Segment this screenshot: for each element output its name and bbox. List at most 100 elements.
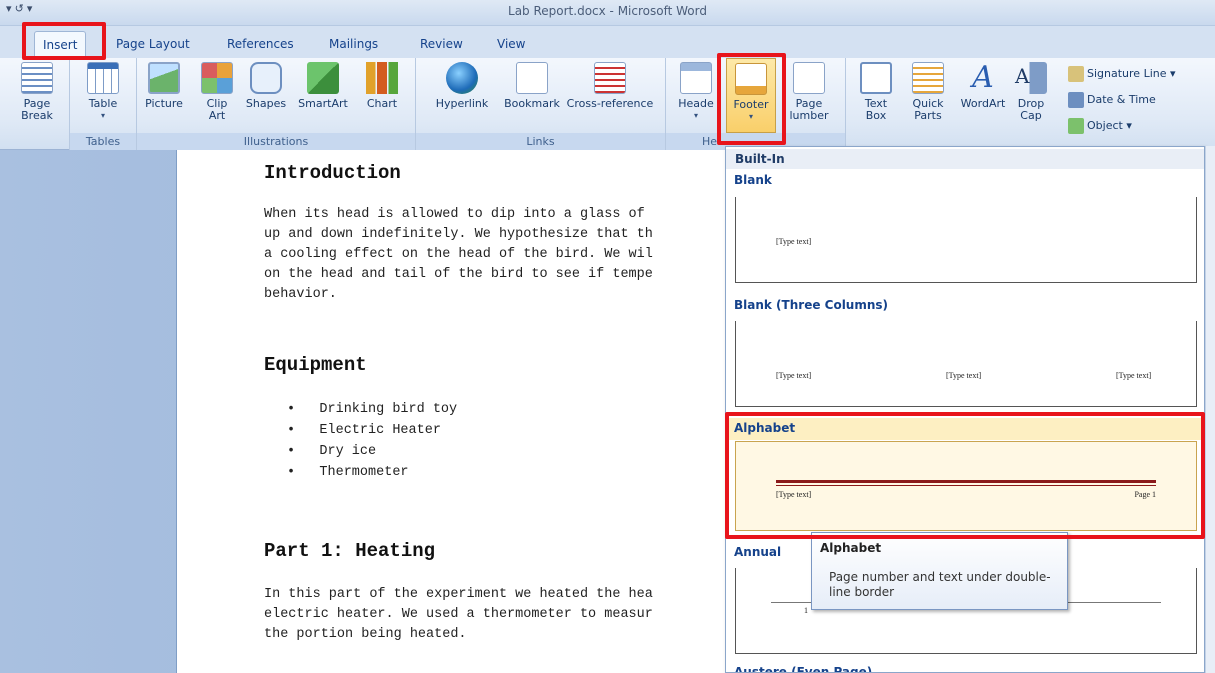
- page-number-button[interactable]: Page lumber: [784, 62, 834, 122]
- ribbon-tab-row: Insert Page Layout References Mailings R…: [0, 26, 1215, 58]
- footer-label: Footer: [733, 98, 769, 111]
- part1-line: the portion being heated.: [264, 627, 467, 642]
- placeholder-text: [Type text]: [776, 490, 812, 499]
- footer-option-alphabet[interactable]: [Type text] Page 1: [735, 441, 1197, 531]
- footer-option-blank[interactable]: [Type text]: [735, 197, 1197, 283]
- list-item: • Dry ice: [287, 444, 377, 459]
- clip-art-button[interactable]: Clip Art: [199, 62, 235, 122]
- picture-button[interactable]: Picture: [143, 62, 185, 110]
- part1-line: electric heater. We used a thermometer t…: [264, 607, 653, 622]
- cross-reference-icon: [594, 62, 626, 94]
- ribbon: Page Break Table ▾ Tables Picture Clip A…: [0, 58, 1215, 150]
- wordart-icon: A: [972, 60, 994, 95]
- list-item: • Thermometer: [287, 465, 409, 480]
- drop-cap-button[interactable]: A Drop Cap: [1011, 62, 1051, 122]
- cross-reference-button[interactable]: Cross-reference: [562, 62, 658, 110]
- table-button[interactable]: Table ▾: [79, 62, 127, 122]
- tab-mailings[interactable]: Mailings: [321, 31, 386, 58]
- clip-art-label-2: Art: [208, 109, 226, 122]
- tab-view[interactable]: View: [489, 31, 533, 58]
- window-title: Lab Report.docx - Microsoft Word: [508, 4, 707, 18]
- bookmark-label: Bookmark: [504, 97, 560, 110]
- tab-page-layout[interactable]: Page Layout: [108, 31, 198, 58]
- drop-cap-icon: A: [1015, 62, 1047, 94]
- shapes-label: Shapes: [245, 97, 287, 110]
- hyperlink-button[interactable]: Hyperlink: [422, 62, 502, 110]
- vertical-scrollbar[interactable]: [1205, 146, 1215, 673]
- chevron-down-icon: ▾: [693, 111, 698, 120]
- calendar-icon: [1068, 92, 1084, 108]
- text-box-button[interactable]: Text Box: [856, 62, 896, 122]
- smartart-label: SmartArt: [298, 97, 348, 110]
- quick-parts-label-2: Parts: [914, 109, 942, 122]
- chart-icon: [366, 62, 398, 94]
- object-icon: [1068, 118, 1084, 134]
- wordart-button[interactable]: A WordArt: [954, 62, 1012, 110]
- chevron-down-icon: ▾: [748, 112, 753, 121]
- links-group-label: Links: [416, 133, 665, 150]
- double-line-border: [776, 480, 1156, 483]
- double-line-border-thin: [776, 485, 1156, 486]
- quick-parts-icon: [912, 62, 944, 94]
- pages-group: Page Break: [0, 58, 70, 150]
- placeholder-text: [Type text]: [1116, 371, 1152, 380]
- header-button[interactable]: Heade ▾: [676, 62, 716, 122]
- tab-review[interactable]: Review: [412, 31, 471, 58]
- illustrations-group: Picture Clip Art Shapes SmartArt Chart I…: [137, 58, 416, 150]
- tab-references[interactable]: References: [219, 31, 302, 58]
- cross-reference-label: Cross-reference: [566, 97, 654, 110]
- object-label: Object: [1087, 119, 1123, 132]
- intro-line: up and down indefinitely. We hypothesize…: [264, 227, 653, 242]
- date-time-label: Date & Time: [1087, 93, 1156, 106]
- signature-line-button[interactable]: Signature Line ▾: [1068, 66, 1176, 82]
- gallery-section-blank-three: Blank (Three Columns): [734, 298, 889, 312]
- bookmark-button[interactable]: Bookmark: [500, 62, 564, 110]
- bookmark-icon: [516, 62, 548, 94]
- header-label: Heade: [678, 97, 714, 110]
- chart-button[interactable]: Chart: [359, 62, 405, 110]
- intro-line: a cooling effect on the head of the bird…: [264, 247, 653, 262]
- hyperlink-label: Hyperlink: [435, 97, 489, 110]
- text-box-icon: [860, 62, 892, 94]
- quick-parts-button[interactable]: Quick Parts: [906, 62, 950, 122]
- signature-line-label: Signature Line: [1087, 67, 1167, 80]
- links-group: Hyperlink Bookmark Cross-reference Links: [416, 58, 666, 150]
- tables-group: Table ▾ Tables: [70, 58, 137, 150]
- smartart-button[interactable]: SmartArt: [293, 62, 353, 110]
- equipment-heading: Equipment: [264, 354, 367, 376]
- shapes-icon: [250, 62, 282, 94]
- list-item: • Electric Heater: [287, 423, 441, 438]
- list-item-text: Electric Heater: [319, 423, 441, 438]
- placeholder-text: [Type text]: [776, 371, 812, 380]
- chart-label: Chart: [366, 97, 398, 110]
- tables-group-label: Tables: [70, 133, 136, 150]
- intro-heading: Introduction: [264, 162, 401, 184]
- tab-insert[interactable]: Insert: [34, 31, 87, 58]
- date-time-button[interactable]: Date & Time: [1068, 92, 1156, 108]
- list-item: • Drinking bird toy: [287, 402, 458, 417]
- document-page[interactable]: Introduction When its head is allowed to…: [176, 150, 736, 673]
- wordart-label: WordArt: [960, 97, 1006, 110]
- picture-label: Picture: [145, 97, 183, 110]
- list-item-text: Drinking bird toy: [319, 402, 458, 417]
- footer-button[interactable]: Footer ▾: [726, 58, 776, 133]
- gallery-section-blank: Blank: [734, 173, 772, 187]
- intro-line: When its head is allowed to dip into a g…: [264, 207, 645, 222]
- picture-icon: [148, 62, 180, 94]
- placeholder-text: [Type text]: [776, 237, 812, 246]
- footer-option-blank-three-columns[interactable]: [Type text] [Type text] [Type text]: [735, 321, 1197, 407]
- intro-line: on the head and tail of the bird to see …: [264, 267, 653, 282]
- gallery-section-austere: Austere (Even Page): [734, 665, 873, 673]
- table-label: Table: [88, 97, 118, 110]
- text-group: Text Box Quick Parts A WordArt A Drop Ca…: [846, 58, 1215, 150]
- shapes-button[interactable]: Shapes: [241, 62, 291, 110]
- footer-icon: [735, 63, 767, 95]
- list-item-text: Thermometer: [319, 465, 409, 480]
- page-number-icon: [793, 62, 825, 94]
- smartart-icon: [307, 62, 339, 94]
- page-break-button[interactable]: Page Break: [12, 62, 62, 122]
- placeholder-text: [Type text]: [946, 371, 982, 380]
- gallery-built-in-header: Built-In: [726, 149, 1204, 169]
- object-button[interactable]: Object ▾: [1068, 118, 1132, 134]
- tooltip-title: Alphabet: [820, 541, 882, 555]
